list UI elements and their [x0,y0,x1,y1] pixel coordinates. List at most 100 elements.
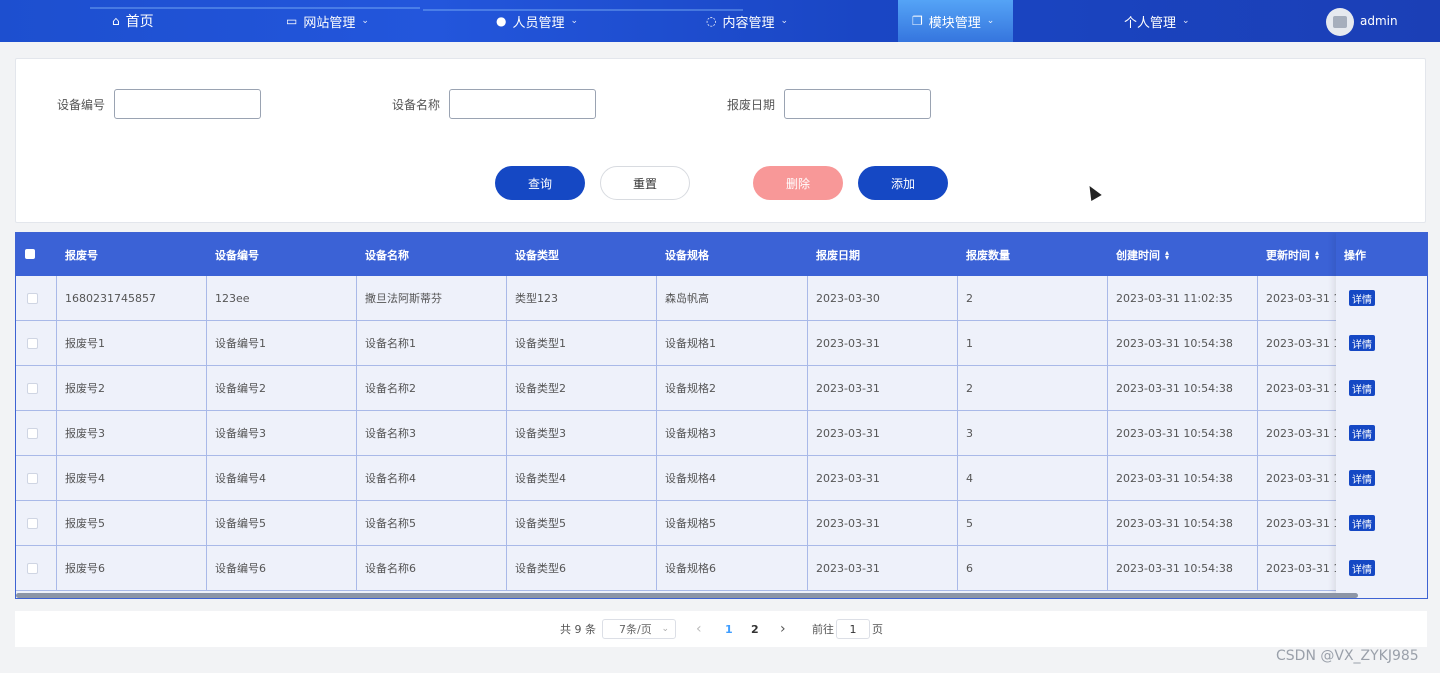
detail-button[interactable]: 详情 [1349,380,1375,396]
nav-item-6[interactable]: 个人管理 ⌄ [1124,0,1190,42]
table-cell: 设备名称4 [357,456,507,501]
table-cell: 设备编号5 [207,501,357,546]
column-header-label: 报废数量 [966,248,1010,262]
nav-item-label: 内容管理 [722,15,775,31]
page-2[interactable]: 2 [751,611,759,647]
table-cell: 2023-03-31 10:54:38 [1108,501,1258,546]
row-checkbox[interactable] [27,563,38,574]
table-cell: 6 [958,546,1108,591]
select-all-checkbox[interactable] [25,249,35,259]
column-header: 设备编号 [215,233,259,276]
column-header: 报废数量 [966,233,1010,276]
column-header-label: 报废日期 [816,248,860,262]
operation-column: 操作 详情 详情 详情 详情 详情 详情 详情 [1336,233,1427,598]
column-header-label: 更新时间 [1266,248,1310,262]
nav-item-label: 网站管理 [303,15,356,31]
table-cell: 2023-03-31 [808,456,958,501]
table-cell: 设备类型4 [507,456,657,501]
detail-button[interactable]: 详情 [1349,290,1375,306]
chevron-down-icon: ⌄ [1182,16,1190,26]
table-row: 报废号2 设备编号2 设备名称2 设备类型2 设备规格2 2023-03-31 2 2023-… [16,366,1427,411]
username[interactable]: admin [1360,14,1398,28]
table-cell: 设备规格6 [657,546,808,591]
watermark: CSDN @VX_ZYKJ985 [1276,648,1419,664]
home-icon: ⌂ [112,14,120,28]
add-button[interactable]: 添加 [858,166,948,200]
table-row: 报废号4 设备编号4 设备名称4 设备类型4 设备规格4 2023-03-31 4 2023-… [16,456,1427,501]
table-cell: 报废号3 [57,411,207,456]
table-cell: 设备类型5 [507,501,657,546]
device-name-input[interactable] [449,89,596,119]
sort-icon[interactable]: ▴ ▾ [1165,248,1169,261]
row-checkbox[interactable] [27,473,38,484]
table-cell: 报废号5 [57,501,207,546]
column-header-label: 设备规格 [665,248,709,262]
nav-item-1[interactable]: ⌂ 首页 [112,0,154,42]
table-cell: 设备类型3 [507,411,657,456]
page-1[interactable]: 1 [725,611,733,647]
table-cell: 1680231745857 [57,276,207,321]
horizontal-scrollbar[interactable] [16,593,1358,598]
row-checkbox[interactable] [27,338,38,349]
table-cell: 设备类型1 [507,321,657,366]
query-button[interactable]: 查询 [495,166,585,200]
avatar[interactable] [1326,8,1354,36]
detail-button[interactable]: 详情 [1349,470,1375,486]
scrap-date-input[interactable] [784,89,931,119]
detail-button[interactable]: 详情 [1349,515,1375,531]
scrap-date-label: 报废日期 [727,98,776,112]
table-cell: 设备名称6 [357,546,507,591]
row-checkbox[interactable] [27,428,38,439]
column-header: 创建时间 ▴ ▾ [1116,233,1169,276]
search-panel: 设备编号 设备名称 报废日期 查询 重置 删除 添加 [15,58,1426,223]
detail-button[interactable]: 详情 [1349,335,1375,351]
table-cell: 设备名称3 [357,411,507,456]
prev-page-button[interactable]: ‹ [696,611,702,647]
nav-item-5[interactable]: ❐ 模块管理 ⌄ [898,0,1013,42]
nav-item-2[interactable]: ▭ 网站管理 ⌄ [286,0,369,42]
nav-item-label: 个人管理 [1124,15,1177,31]
page-size-value: 7条/页 [619,623,652,636]
table-cell: 2023-03-31 [808,366,958,411]
table-cell: 设备编号2 [207,366,357,411]
chevron-down-icon: ⌄ [570,16,579,26]
row-checkbox[interactable] [27,293,38,304]
table-cell: 设备编号6 [207,546,357,591]
column-header-label: 设备类型 [515,248,559,262]
table-cell: 2023-03-31 10:54:38 [1108,411,1258,456]
sort-icon[interactable]: ▴ ▾ [1315,248,1319,261]
goto-suffix: 页 [872,623,883,636]
table-cell: 2 [958,366,1108,411]
row-checkbox[interactable] [27,518,38,529]
page-size-select[interactable]: 7条/页 ⌄ [602,619,676,639]
table-cell: 2023-03-31 10:54:38 [1108,321,1258,366]
column-header: 报废日期 [816,233,860,276]
table-cell: 类型123 [507,276,657,321]
nav-item-4[interactable]: ◌ 内容管理 ⌄ [706,0,788,42]
detail-button[interactable]: 详情 [1349,425,1375,441]
goto-page-input[interactable] [836,619,870,639]
table-cell: 森岛帆高 [657,276,808,321]
table-cell: 设备类型2 [507,366,657,411]
detail-button[interactable]: 详情 [1349,560,1375,576]
table-cell: 设备名称2 [357,366,507,411]
delete-button[interactable]: 删除 [753,166,843,200]
column-header-label: 创建时间 [1116,248,1160,262]
nav-item-3[interactable]: ● 人员管理 ⌄ [496,0,578,42]
nav-item-label: 人员管理 [512,15,565,31]
nav-item-label: 模块管理 [928,15,981,31]
nav-item-label: 首页 [125,14,154,30]
table-cell: 2023-03-31 [808,411,958,456]
copy-icon: ❐ [912,14,923,28]
table-row: 报废号1 设备编号1 设备名称1 设备类型1 设备规格1 2023-03-31 1 2023-… [16,321,1427,366]
pagination: 共 9 条 7条/页 ⌄ ‹ 1 2 › 前往 页 [15,611,1427,647]
table-cell: 设备编号3 [207,411,357,456]
table-cell: 报废号6 [57,546,207,591]
next-page-button[interactable]: › [780,611,786,647]
column-header-label: 报废号 [65,248,98,262]
reset-button[interactable]: 重置 [600,166,690,200]
table-cell: 报废号1 [57,321,207,366]
row-checkbox[interactable] [27,383,38,394]
table-cell: 报废号4 [57,456,207,501]
device-no-input[interactable] [114,89,261,119]
